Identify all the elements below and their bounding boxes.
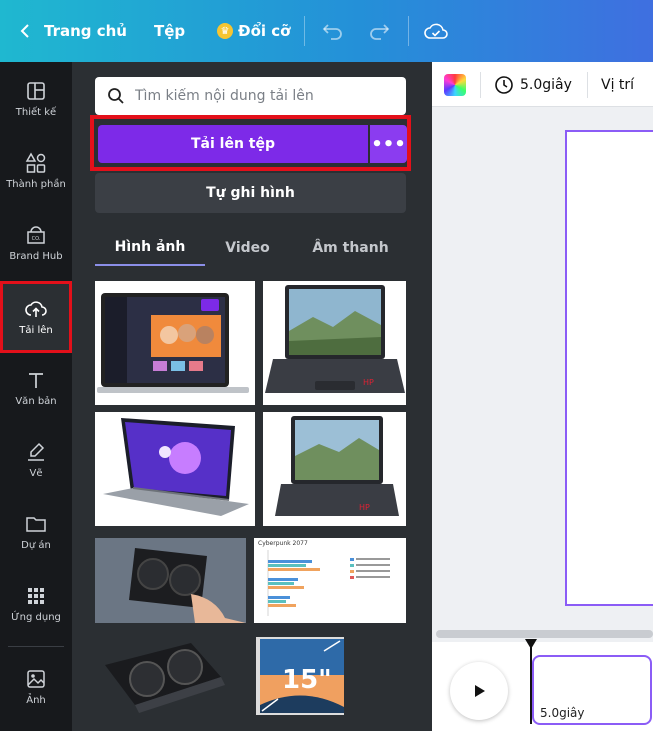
record-yourself-button[interactable]: Tự ghi hình	[95, 173, 406, 213]
horizontal-scrollbar[interactable]	[436, 630, 653, 638]
rail-item-label: Brand Hub	[9, 251, 63, 262]
image-icon	[27, 670, 45, 688]
playhead-handle[interactable]	[525, 639, 537, 649]
apps-grid-icon	[28, 588, 44, 604]
rail-item-label: Ứng dụng	[11, 612, 61, 623]
svg-text:CO.: CO.	[32, 236, 41, 242]
side-rail: Thiết kế Thành phần CO. Brand Hub Tải lê…	[0, 62, 72, 731]
toolbar-divider	[587, 72, 588, 98]
crown-icon: ♛	[217, 23, 233, 39]
graphics-card-photo	[95, 538, 246, 623]
duration-button[interactable]: 5.0giây	[494, 62, 572, 107]
upload-thumbnail-15-inch-laptop[interactable]: 15"	[254, 635, 399, 721]
brand-hub-icon: CO.	[27, 226, 45, 244]
home-label: Trang chủ	[44, 22, 127, 40]
search-input[interactable]	[135, 88, 395, 104]
timeline-clip[interactable]: 5.0giây	[532, 655, 652, 725]
rail-divider	[8, 646, 64, 647]
svg-text:HP: HP	[359, 503, 370, 512]
play-button[interactable]	[450, 662, 508, 720]
home-button[interactable]: Trang chủ	[20, 0, 127, 62]
file-menu-button[interactable]: Tệp	[154, 0, 185, 62]
upload-files-button[interactable]: Tải lên tệp	[98, 125, 368, 163]
file-label: Tệp	[154, 22, 186, 40]
position-button[interactable]: Vị trí	[601, 62, 634, 107]
redo-button[interactable]	[368, 0, 390, 62]
tab-video[interactable]: Video	[210, 230, 285, 266]
graphics-card-photo	[105, 643, 225, 713]
rail-item-label: Thành phần	[6, 179, 66, 190]
chart-thumb-title: Cyberpunk 2077	[258, 540, 308, 547]
upload-thumbnail-benchmark-chart[interactable]: Cyberpunk 2077	[254, 538, 406, 623]
text-icon	[29, 373, 43, 388]
rail-item-label: Ảnh	[26, 695, 46, 706]
rail-item-label: Dự án	[21, 540, 51, 551]
clip-duration-label: 5.0giây	[540, 706, 585, 720]
laptop-photo	[103, 418, 249, 516]
top-bar: Trang chủ Tệp ♛ Đổi cỡ	[0, 0, 653, 62]
rail-item-uploads[interactable]: Tải lên	[0, 281, 72, 353]
timeline: 5.0giây	[432, 639, 653, 731]
laptop-photo: HP	[275, 416, 399, 516]
chevron-left-icon	[20, 23, 30, 39]
rail-item-design[interactable]: Thiết kế	[0, 66, 72, 132]
rail-item-draw[interactable]: Vẽ	[0, 427, 72, 493]
design-canvas[interactable]	[565, 130, 653, 606]
rail-item-elements[interactable]: Thành phần	[0, 138, 72, 204]
benchmark-chart-image	[267, 550, 390, 616]
rail-item-apps[interactable]: Ứng dụng	[0, 571, 72, 637]
rail-item-label: Thiết kế	[15, 107, 57, 118]
editor-toolbar: 5.0giây Vị trí	[432, 62, 653, 107]
upload-thumbnail-hp-laptop[interactable]: HP	[263, 281, 406, 405]
media-tabs: Hình ảnh Video Âm thanh	[95, 230, 406, 266]
more-options-button[interactable]: •••	[370, 125, 407, 163]
undo-icon	[322, 22, 344, 40]
rail-item-photos[interactable]: Ảnh	[0, 654, 72, 720]
color-picker-icon[interactable]	[444, 74, 466, 96]
resize-label: Đổi cỡ	[238, 22, 291, 40]
toolbar-divider	[304, 16, 305, 46]
duration-label: 5.0giây	[520, 76, 572, 93]
clock-icon	[495, 75, 513, 94]
toolbar-divider	[408, 16, 409, 46]
folder-icon	[26, 517, 46, 532]
svg-text:HP: HP	[363, 378, 374, 387]
toolbar-divider	[480, 72, 481, 98]
search-icon	[107, 87, 125, 105]
uploads-panel: Tải lên tệp ••• Tự ghi hình Hình ảnh Vid…	[72, 62, 432, 731]
cloud-saved-button[interactable]	[424, 0, 448, 62]
layout-icon	[27, 82, 45, 100]
search-box[interactable]	[95, 77, 406, 115]
upload-button-highlight: Tải lên tệp •••	[90, 115, 411, 171]
laptop-photo: HP	[265, 285, 405, 393]
upload-thumbnail-dell-laptop[interactable]	[95, 412, 255, 526]
shapes-icon	[25, 152, 46, 173]
resize-button[interactable]: ♛ Đổi cỡ	[217, 0, 290, 62]
rail-item-label: Tải lên	[19, 325, 53, 336]
rail-item-brand-hub[interactable]: CO. Brand Hub	[0, 210, 72, 276]
upload-thumbnail-gpu-hand[interactable]	[95, 538, 246, 623]
upload-thumbnail-hp-laptop-2[interactable]: HP	[263, 412, 406, 526]
upload-thumbnail-canva-laptop[interactable]	[95, 281, 255, 405]
rail-item-label: Vẽ	[29, 468, 43, 479]
upload-thumbnail-gpu[interactable]	[95, 635, 245, 721]
editor-area: 5.0giây Vị trí 5.0giây	[432, 62, 653, 731]
draw-icon	[28, 442, 45, 461]
laptop-size-label: 15"	[282, 665, 332, 695]
cloud-upload-icon	[25, 301, 47, 317]
play-icon	[475, 685, 485, 697]
rail-item-projects[interactable]: Dự án	[0, 499, 72, 565]
undo-button[interactable]	[322, 0, 344, 62]
tab-audio[interactable]: Âm thanh	[295, 230, 406, 266]
rail-item-label: Văn bản	[15, 396, 57, 407]
tab-images[interactable]: Hình ảnh	[95, 230, 205, 266]
laptop-screen-image	[97, 293, 249, 393]
rail-item-text[interactable]: Văn bản	[0, 355, 72, 421]
redo-icon	[368, 22, 390, 40]
cloud-check-icon	[424, 22, 448, 40]
